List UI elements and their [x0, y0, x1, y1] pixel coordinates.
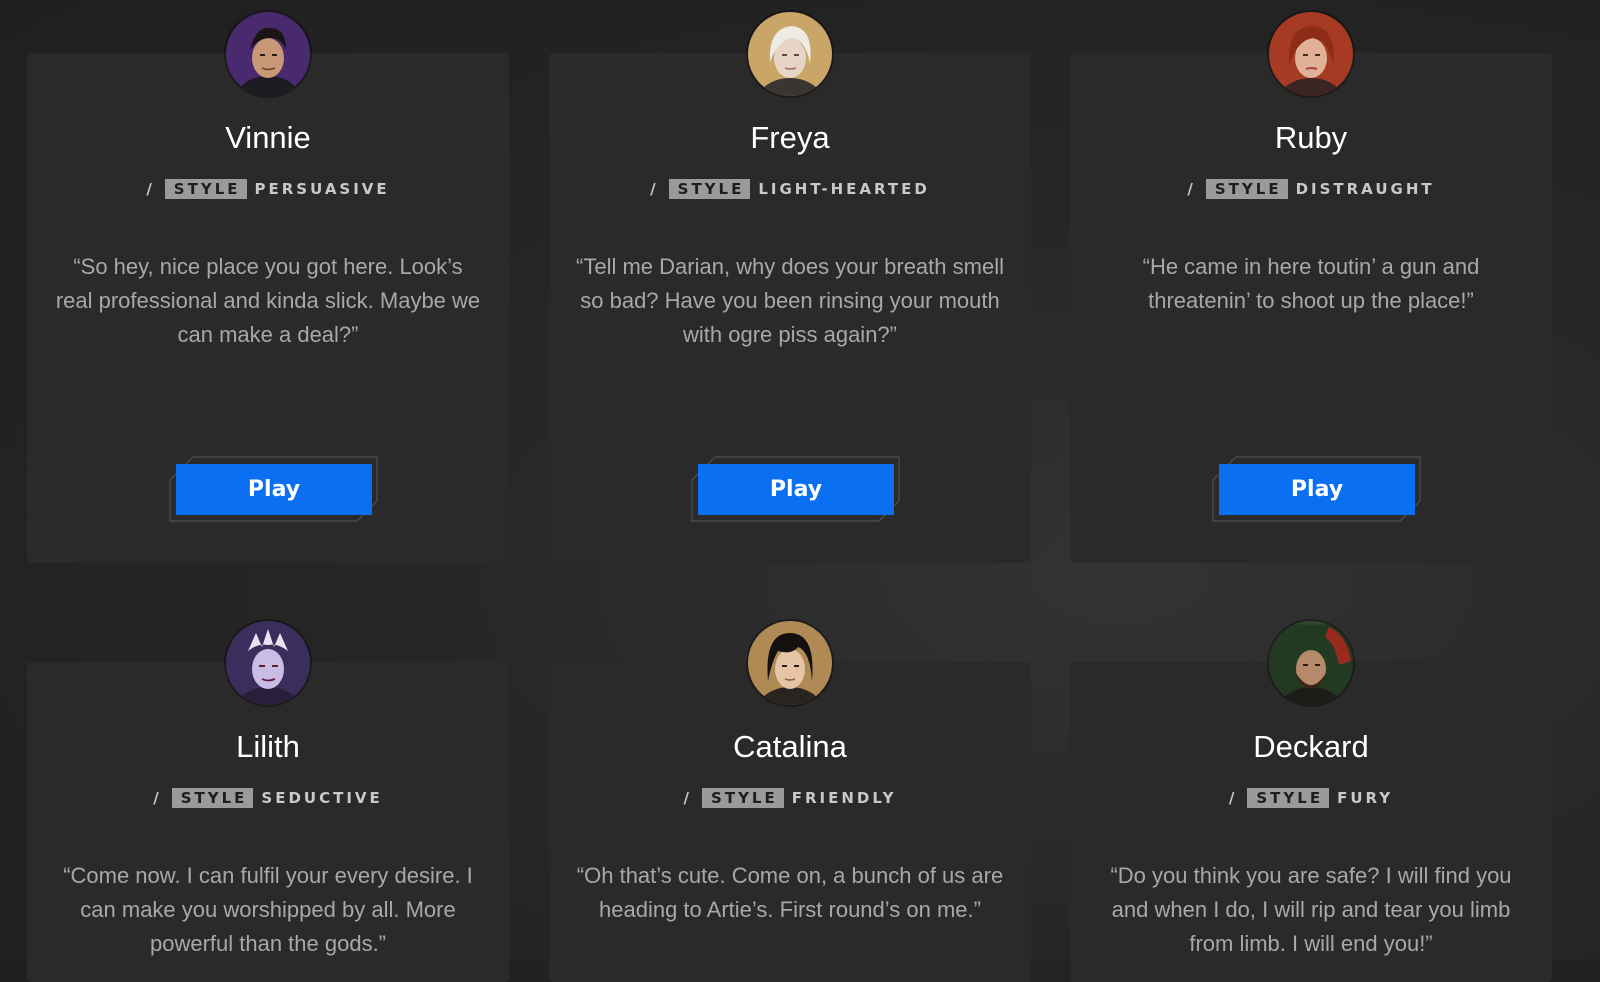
character-quote: “Come now. I can fulfil your every desir…	[63, 863, 473, 956]
character-card-ruby: Ruby / STYLE DISTRAUGHT “He came in here t…	[1070, 12, 1552, 563]
character-card-vinnie: Vinnie / STYLE PERSUASIVE “So hey, nice pl…	[27, 12, 509, 563]
ruby-avatar	[1269, 12, 1353, 96]
lilith-avatar	[226, 621, 310, 705]
style-line: / STYLE SEDUCTIVE	[27, 788, 509, 808]
character-name: Catalina	[733, 729, 847, 764]
play-button-vinnie[interactable]: Play	[176, 464, 372, 515]
style-tag: STYLE	[702, 788, 784, 808]
style-line: / STYLE PERSUASIVE	[27, 179, 509, 199]
play-button-frame: Play	[1212, 456, 1422, 522]
style-separator: /	[683, 789, 693, 807]
style-tag: STYLE	[1247, 788, 1330, 808]
play-button-frame: Play	[691, 456, 901, 522]
style-separator: /	[146, 180, 155, 198]
character-quote: “Do you think you are safe? I will find …	[1110, 863, 1512, 956]
style-line: / STYLE FURY	[1070, 788, 1552, 808]
style-tag: STYLE	[668, 179, 751, 199]
style-separator: /	[153, 789, 162, 807]
character-card-lilith: Lilith / STYLE SEDUCTIVE “Come now. I can …	[27, 621, 509, 982]
catalina-avatar	[748, 621, 832, 705]
character-card-deckard: Deckard / STYLE FURY “Do you think you are…	[1070, 621, 1552, 982]
style-value: SEDUCTIVE	[261, 789, 383, 807]
style-line: / STYLE DISTRAUGHT	[1070, 179, 1552, 199]
style-separator: /	[1228, 789, 1238, 807]
style-value: LIGHT-HEARTED	[758, 180, 930, 198]
style-value: PERSUASIVE	[254, 180, 390, 198]
play-button-freya[interactable]: Play	[698, 464, 894, 515]
character-card-freya: Freya / STYLE LIGHT-HEARTED “Tell me Daria…	[549, 12, 1031, 563]
style-tag: STYLE	[164, 179, 247, 199]
play-button-frame: Play	[169, 456, 379, 522]
style-tag: STYLE	[171, 788, 254, 808]
style-separator: /	[650, 180, 659, 198]
style-value: FRIENDLY	[791, 789, 897, 807]
style-line: / STYLE LIGHT-HEARTED	[549, 179, 1031, 199]
character-name: Lilith	[236, 729, 300, 764]
style-separator: /	[1187, 180, 1196, 198]
character-name: Vinnie	[225, 120, 311, 155]
character-name: Deckard	[1253, 729, 1369, 764]
character-quote: “Tell me Darian, why does your breath sm…	[576, 254, 1004, 347]
character-quote: “Oh that’s cute. Come on, a bunch of us …	[576, 863, 1004, 922]
deckard-avatar	[1269, 621, 1353, 705]
vinnie-avatar	[226, 12, 310, 96]
character-card-catalina: Catalina / STYLE FRIENDLY “Oh that’s cute.…	[549, 621, 1031, 982]
style-line: / STYLE FRIENDLY	[549, 788, 1031, 808]
style-value: FURY	[1337, 789, 1394, 807]
character-quote: “So hey, nice place you got here. Look’s…	[55, 254, 481, 347]
freya-avatar	[748, 12, 832, 96]
character-name: Freya	[750, 120, 830, 155]
style-tag: STYLE	[1205, 179, 1288, 199]
character-name: Ruby	[1274, 120, 1348, 155]
style-value: DISTRAUGHT	[1295, 180, 1435, 198]
character-quote: “He came in here toutin’ a gun and threa…	[1142, 254, 1480, 313]
play-button-ruby[interactable]: Play	[1219, 464, 1415, 515]
